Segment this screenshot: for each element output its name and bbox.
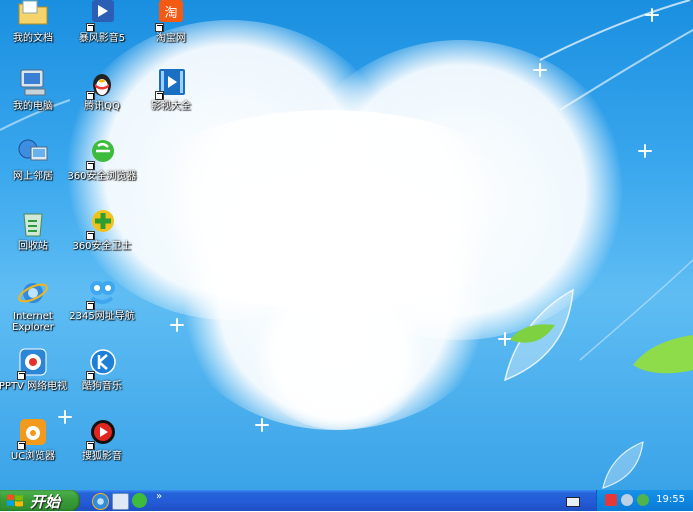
2345-navigation-icon — [86, 278, 118, 310]
baofeng-player-icon — [86, 0, 118, 32]
shortcut-arrow-icon — [17, 441, 26, 450]
360-security-icon — [86, 208, 118, 240]
desktop-icon-qq[interactable]: 腾讯QQ — [67, 68, 137, 112]
icon-label: 暴风影音5 — [78, 33, 126, 44]
tray-360-icon[interactable] — [605, 494, 617, 506]
desktop-icon-kugou[interactable]: 酷狗音乐 — [67, 348, 137, 392]
icon-label: 搜狐影音 — [82, 451, 122, 462]
uc-browser-icon — [17, 418, 49, 450]
shortcut-arrow-icon — [17, 371, 26, 380]
sohu-video-icon — [86, 418, 118, 450]
sparkle — [255, 418, 269, 432]
windows-logo-icon — [7, 494, 23, 507]
desktop-icon-network[interactable]: 网上邻居 — [0, 138, 68, 182]
sparkle — [645, 8, 659, 22]
keyboard-icon[interactable] — [566, 497, 580, 507]
network-icon — [17, 138, 49, 170]
taskbar: 开始 » 19:55 — [0, 490, 693, 511]
desktop[interactable]: 我的文档 我的电脑 网上邻居 回收站 Internet Explorer PPT… — [0, 0, 693, 490]
icon-label: 360安全卫士 — [72, 241, 132, 252]
ie-quicklaunch-icon[interactable] — [92, 493, 109, 510]
video-collection-icon — [155, 68, 187, 100]
svg-text:淘: 淘 — [164, 6, 177, 21]
desktop-icon-my-documents[interactable]: 我的文档 — [0, 0, 68, 44]
sparkle — [638, 144, 652, 158]
desktop-icon-taobao[interactable]: 淘 淘宝网 — [136, 0, 206, 44]
desktop-icon-360-security[interactable]: 360安全卫士 — [67, 208, 137, 252]
icon-label: 我的文档 — [13, 33, 53, 44]
recycle-bin-icon — [17, 208, 49, 240]
desktop-icon-pptv[interactable]: PPTV 网络电视 — [0, 348, 68, 392]
clock[interactable]: 19:55 — [656, 494, 685, 505]
shortcut-arrow-icon — [86, 441, 95, 450]
desktop-icon-360-browser[interactable]: 360安全浏览器 — [67, 138, 137, 182]
internet-explorer-icon — [17, 278, 49, 310]
icon-label: Internet Explorer — [12, 311, 54, 333]
taobao-icon: 淘 — [155, 0, 187, 32]
desktop-icon-baofeng[interactable]: 暴风影音5 — [67, 0, 137, 44]
leaf-decoration — [602, 441, 644, 489]
icon-label: 酷狗音乐 — [82, 381, 122, 392]
tray-volume-icon[interactable] — [621, 494, 633, 506]
shortcut-arrow-icon — [86, 301, 95, 310]
icon-label: 回收站 — [18, 241, 48, 252]
icon-label: 影视大全 — [151, 101, 191, 112]
system-tray: 19:55 — [596, 490, 693, 511]
icon-label: 360安全浏览器 — [67, 171, 137, 182]
start-button[interactable]: 开始 — [0, 490, 80, 511]
pptv-icon — [17, 348, 49, 380]
tray-security-icon[interactable] — [637, 494, 649, 506]
icon-label: 腾讯QQ — [84, 101, 120, 112]
shortcut-arrow-icon — [86, 91, 95, 100]
kugou-music-icon — [86, 348, 118, 380]
icon-label: 2345网址导航 — [69, 311, 135, 322]
shortcut-arrow-icon — [86, 231, 95, 240]
icon-label: PPTV 网络电视 — [0, 381, 68, 392]
shortcut-arrow-icon — [86, 371, 95, 380]
start-label: 开始 — [30, 493, 61, 511]
sparkle — [533, 63, 547, 77]
icon-label: 淘宝网 — [156, 33, 186, 44]
leaf-decoration — [633, 335, 693, 374]
leaf-decoration — [503, 288, 574, 382]
shortcut-arrow-icon — [155, 91, 164, 100]
desktop-icon-sohu-video[interactable]: 搜狐影音 — [67, 418, 137, 462]
desktop-icon-my-computer[interactable]: 我的电脑 — [0, 68, 68, 112]
computer-icon — [17, 68, 49, 100]
shortcut-arrow-icon — [86, 23, 95, 32]
desktop-icon-internet-explorer[interactable]: Internet Explorer — [0, 278, 68, 333]
360-browser-quicklaunch-icon[interactable] — [132, 493, 147, 508]
qq-penguin-icon — [86, 68, 118, 100]
desktop-icon-video-collection[interactable]: 影视大全 — [136, 68, 206, 112]
360-browser-icon — [86, 138, 118, 170]
icon-label: 网上邻居 — [13, 171, 53, 182]
icon-label: 我的电脑 — [13, 101, 53, 112]
show-desktop-icon[interactable] — [112, 493, 129, 510]
quick-launch-chevron[interactable]: » — [156, 491, 162, 502]
sparkle — [170, 318, 184, 332]
desktop-icon-uc-browser[interactable]: UC浏览器 — [0, 418, 68, 462]
icon-label: UC浏览器 — [10, 451, 56, 462]
desktop-icon-recycle-bin[interactable]: 回收站 — [0, 208, 68, 252]
folder-documents-icon — [17, 0, 49, 32]
desktop-icon-2345[interactable]: 2345网址导航 — [67, 278, 137, 322]
shortcut-arrow-icon — [155, 23, 164, 32]
shortcut-arrow-icon — [86, 161, 95, 170]
